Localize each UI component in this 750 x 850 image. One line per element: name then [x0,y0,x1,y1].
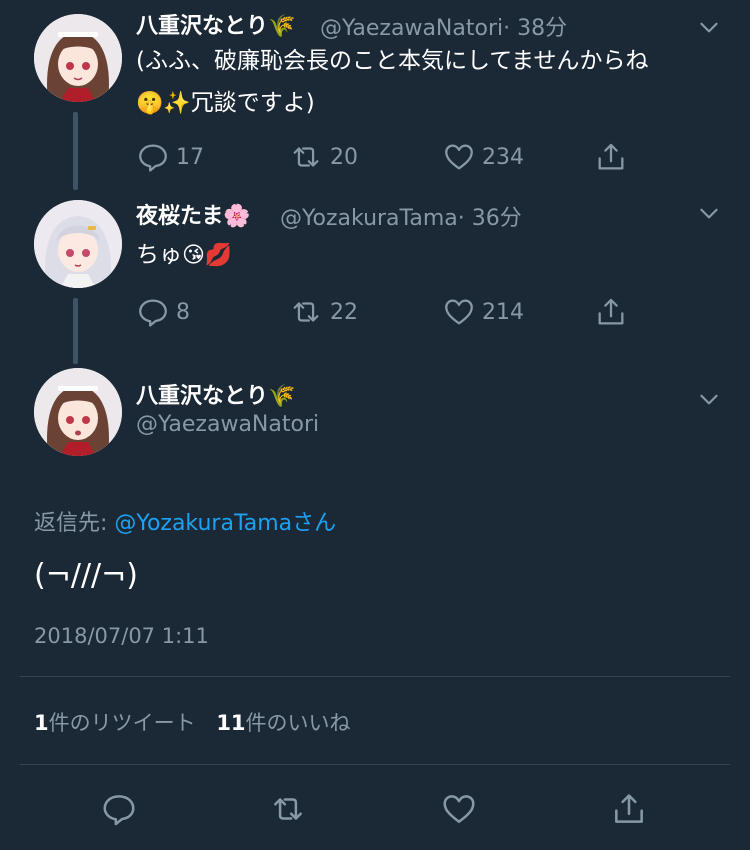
retweet-stat-label: 件のリツイート [48,711,196,735]
like-stat-label: 件のいいね [245,711,351,735]
share-button[interactable] [594,140,628,174]
chevron-down-icon[interactable] [696,386,722,416]
retweet-button[interactable]: 22 [288,295,358,329]
reply-to-label: 返信先: [34,511,108,536]
engagement-stats: 1件のリツイート 11件のいいね [34,707,351,737]
reply-to-user-link[interactable]: @YozakuraTama [114,511,292,536]
reply-icon [139,144,167,172]
like-icon [445,144,473,170]
tweet-author-meta[interactable]: @YozakuraTama· 36分 [280,200,522,232]
author-handle: @YaezawaNatori [320,16,504,41]
cherry-blossom-emoji: 🌸 [223,204,251,229]
like-icon [445,299,473,325]
focused-author-handle[interactable]: @YaezawaNatori [136,412,319,437]
author-name-text: 八重沢なとり [136,14,269,39]
divider [20,676,730,677]
avatar-image [34,200,122,288]
rice-emoji: 🌾 [268,14,296,39]
reply-count: 17 [176,144,204,170]
chevron-down-icon[interactable] [696,200,722,230]
divider [20,764,730,765]
share-icon [615,794,643,823]
reply-button[interactable]: 17 [136,140,204,174]
retweet-count: 20 [330,144,358,170]
avatar-yaezawa[interactable] [34,368,122,456]
like-button[interactable]: 234 [442,140,524,174]
like-icon [443,795,475,823]
share-icon [598,298,624,325]
tweet-time: · 36分 [457,206,522,231]
avatar-image [34,14,122,102]
thread-connector [73,112,78,190]
tweet-text-line: (ふふ、破廉恥会長のこと本気にしてませんからね [136,48,649,74]
share-button[interactable] [610,790,648,832]
reply-icon [139,299,167,327]
reply-button[interactable]: 8 [136,295,190,329]
tweet-author-name[interactable]: 夜桜たま🌸 [136,198,251,230]
reply-count: 8 [176,299,190,325]
like-button[interactable]: 214 [442,295,524,329]
focused-timestamp[interactable]: 2018/07/07 1:11 [34,624,209,648]
like-stat[interactable]: 11件のいいね [216,711,350,735]
retweet-button[interactable] [268,790,308,832]
shush-sparkle-emoji: 🤫✨ [136,91,191,116]
tweet-author-meta[interactable]: @YaezawaNatori· 38分 [320,10,567,42]
retweet-stat-count: 1 [34,711,49,735]
author-name-text: 夜桜たま [136,204,224,229]
rice-emoji: 🌾 [268,384,296,409]
like-stat-count: 11 [216,711,246,735]
like-count: 214 [482,299,524,325]
avatar-image [34,368,122,456]
reply-to-line: 返信先: @YozakuraTamaさん [34,505,336,537]
kiss-emoji: 😘💋 [182,243,233,268]
like-button[interactable] [440,790,478,832]
reply-to-suffix: さん [292,511,337,536]
tweet-author-name[interactable]: 八重沢なとり🌾 [136,8,295,40]
retweet-stat[interactable]: 1件のリツイート [34,711,196,735]
reply-button[interactable] [100,790,138,832]
tweet-text-line: ちゅ [136,242,182,268]
retweet-icon [274,798,302,820]
author-name-text: 八重沢なとり [136,384,269,409]
retweet-icon [293,302,319,322]
tweet-text: ちゅ😘💋 [136,234,232,277]
thread-connector [73,298,78,364]
like-count: 234 [482,144,524,170]
share-button[interactable] [594,295,628,329]
focused-tweet-text: (¬///¬) [34,558,139,593]
retweet-icon [293,147,319,167]
avatar-yaezawa[interactable] [34,14,122,102]
tweet-text-line: 冗談ですよ) [190,90,315,116]
reply-icon [103,795,135,826]
tweet-text: (ふふ、破廉恥会長のこと本気にしてませんからね 🤫✨冗談ですよ) [136,40,736,125]
focused-author-name[interactable]: 八重沢なとり🌾 [136,378,295,410]
tweet-time: · 38分 [503,16,568,41]
avatar-yozakura[interactable] [34,200,122,288]
share-icon [598,143,624,170]
retweet-button[interactable]: 20 [288,140,358,174]
retweet-count: 22 [330,299,358,325]
author-handle: @YozakuraTama [280,206,458,231]
